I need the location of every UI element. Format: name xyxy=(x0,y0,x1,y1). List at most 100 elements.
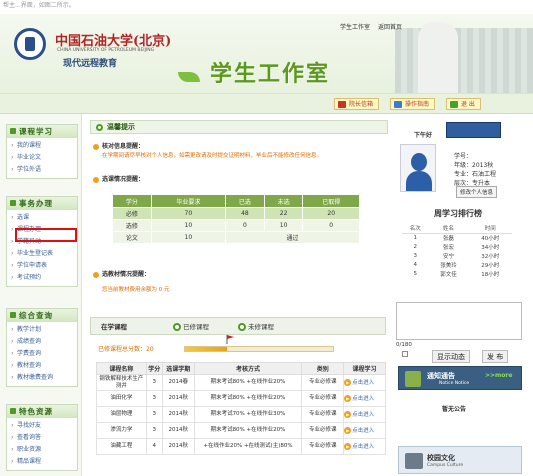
table-row: 渗流力学 3 2014秋 期末考试80% +在线作业20% 专业必修课 点击进入 xyxy=(96,422,386,439)
table-header: 时间 xyxy=(468,224,512,234)
info-check-title: 核对信息提醒： xyxy=(90,142,386,152)
sidebar-item-find-friends[interactable]: 寻找好友 xyxy=(11,420,77,432)
sidebar-item-fees[interactable]: 学费查询 xyxy=(11,348,77,360)
tab-current-courses[interactable]: 在学课程 xyxy=(101,321,127,333)
table-cell: 论文 xyxy=(112,231,152,244)
table-row: 油藏工程 4 2014秋 +在线作业20% +在线测试(主)80% 专业必修课 … xyxy=(96,438,386,455)
no-notice-text: 暂无公告 xyxy=(442,406,467,413)
publish-button[interactable]: 发 布 xyxy=(482,350,509,363)
notice-icon xyxy=(405,371,421,387)
table-cell: 张宏 xyxy=(443,244,455,251)
table-cell: 安宁 xyxy=(443,253,455,260)
emoji-icon[interactable] xyxy=(402,351,408,357)
logout-button[interactable]: 退 出 xyxy=(446,98,481,110)
table-cell: 34小时 xyxy=(481,244,500,251)
sidebar-item-graduate-form[interactable]: 毕业生登记表 xyxy=(11,248,77,260)
table-cell: 29小时 xyxy=(481,262,500,269)
textbook-block: 选教材情况提醒： 您当前教材费用余额为 0 元 xyxy=(90,270,386,295)
enter-course-link[interactable]: 点击进入 xyxy=(343,438,386,455)
table-cell: 5 xyxy=(413,270,418,277)
table-row: 4 张美玲 29小时 xyxy=(402,260,512,269)
table-row: 3 安宁 32小时 xyxy=(402,251,512,260)
table-cell: 10 xyxy=(263,219,304,232)
course-assessment: +在线作业20% +在线测试(主)80% xyxy=(193,438,303,455)
table-cell: 18小时 xyxy=(481,271,500,278)
notice-more-link[interactable]: >>more xyxy=(485,372,512,379)
course-term: 2014秋 xyxy=(161,438,195,455)
show-feed-button[interactable]: 显示动态 xyxy=(432,350,470,363)
tab-label: 已修课程 xyxy=(183,323,209,331)
table-header: 选课学期 xyxy=(161,362,195,375)
table-header: 姓名 xyxy=(428,224,469,234)
enter-course-link[interactable]: 点击进入 xyxy=(343,422,386,439)
table-header: 已取得 xyxy=(302,194,360,208)
course-term: 2014春 xyxy=(161,374,195,391)
course-assessment: 期末考试80% +在线作业20% xyxy=(193,390,303,407)
credit-progress-bar xyxy=(184,346,334,352)
guide-button[interactable]: 操作指南 xyxy=(390,98,436,110)
table-row: 选修 10 0 10 0 xyxy=(112,219,360,232)
guide-label: 操作指南 xyxy=(405,101,430,108)
sidebar-item-select-course[interactable]: 选课 xyxy=(11,212,77,224)
table-cell: 张磊 xyxy=(443,235,455,242)
avatar-body-icon xyxy=(406,171,432,191)
tab-completed-courses[interactable]: 已修课程 xyxy=(171,321,209,333)
notice-banner[interactable]: 通知通告 Notice Notice >>more xyxy=(398,366,522,390)
sidebar-section-title: 课程学习 xyxy=(7,125,77,138)
link-home[interactable]: 返回首页 xyxy=(378,24,402,31)
right-panel: 下午好 学号： 年级：2013秋 专业：石油工程 层次：专升本 修改个人信息 周… xyxy=(396,120,533,476)
sidebar-item-plan[interactable]: 教学计划 xyxy=(11,324,77,336)
sidebar-item-textbook-fee[interactable]: 教材缴费查询 xyxy=(11,372,77,384)
link-studio[interactable]: 学生工作室 xyxy=(340,24,370,31)
course-credit: 3 xyxy=(145,422,163,439)
campus-culture-banner[interactable]: 校园文化 Campus Culture xyxy=(398,446,522,474)
course-status-title: 选课情况提醒： xyxy=(90,175,386,185)
sidebar-section-title: 事务办理 xyxy=(7,197,77,210)
table-header: 名次 xyxy=(402,224,429,234)
course-tabs: 在学课程 已修课程 未修课程 xyxy=(90,317,386,335)
enter-course-link[interactable]: 点击进入 xyxy=(343,374,386,391)
table-header-row: 课程名称 学分 选课学期 考核方式 类别 课程学习 xyxy=(96,362,386,375)
sidebar-item-degree-english[interactable]: 学位外语 xyxy=(11,164,77,176)
sidebar-item-thesis[interactable]: 毕业论文 xyxy=(11,152,77,164)
student-photo-image xyxy=(418,22,458,93)
table-cell: 选修 xyxy=(112,219,152,232)
sidebar-item-degree-form[interactable]: 学位申请表 xyxy=(11,260,77,272)
student-name-redacted xyxy=(446,122,501,138)
table-cell: 必修 xyxy=(112,207,152,220)
sidebar-item-exam-booking[interactable]: 考试预约 xyxy=(11,272,77,284)
course-assessment: 期末考试80% +在线作业20% xyxy=(193,422,303,439)
table-header-row: 学分 毕业要求 已选 未选 已取得 xyxy=(112,194,360,208)
course-term: 2014秋 xyxy=(161,390,195,407)
table-cell-merged: 通过 xyxy=(225,231,360,244)
sidebar-item-my-courses[interactable]: 我的课程 xyxy=(11,140,77,152)
tab-pending-courses[interactable]: 未修课程 xyxy=(236,321,274,333)
sidebar-item-featured-courses[interactable]: 精品课程 xyxy=(11,456,77,468)
course-category: 专业必修课 xyxy=(301,422,345,439)
sidebar-item-qa[interactable]: 查看询答 xyxy=(11,432,77,444)
course-status-table: 学分 毕业要求 已选 未选 已取得 必修 70 48 22 20 选修 10 0… xyxy=(112,194,360,244)
table-cell: 1 xyxy=(413,234,418,241)
flag-icon xyxy=(226,335,234,344)
course-term: 2014秋 xyxy=(161,422,195,439)
status-textarea[interactable] xyxy=(396,302,522,340)
edit-profile-button[interactable]: 修改个人信息 xyxy=(456,186,498,198)
sidebar-item-textbooks[interactable]: 教材查询 xyxy=(11,360,77,372)
char-count: 0/180 xyxy=(396,342,412,348)
sidebar-item-grades[interactable]: 成绩查询 xyxy=(11,336,77,348)
enter-course-link[interactable]: 点击进入 xyxy=(343,390,386,407)
school-subtitle: 现代远程教育 xyxy=(63,59,118,69)
table-cell: 40小时 xyxy=(481,235,500,242)
highlight-box xyxy=(15,228,77,242)
table-cell: 22 xyxy=(263,207,304,220)
table-cell: 3 xyxy=(413,252,418,259)
dean-mailbox-button[interactable]: 院长信箱 xyxy=(334,98,380,110)
enter-course-link[interactable]: 点击进入 xyxy=(343,406,386,423)
course-credit: 4 xyxy=(145,438,163,455)
info-grade: 年级：2013秋 xyxy=(454,162,494,169)
course-credit: 3 xyxy=(145,390,163,407)
school-name-en: CHINA UNIVERSITY OF PETROLEUM BEIJING xyxy=(57,48,155,53)
rank-table: 名次 姓名 时间 1 张磊 40小时 2 张宏 34小时 3 安宁 32小时 4 张美玲 29小… xyxy=(402,224,512,278)
sidebar-item-career[interactable]: 职业资源 xyxy=(11,444,77,456)
table-header: 毕业要求 xyxy=(150,194,227,208)
